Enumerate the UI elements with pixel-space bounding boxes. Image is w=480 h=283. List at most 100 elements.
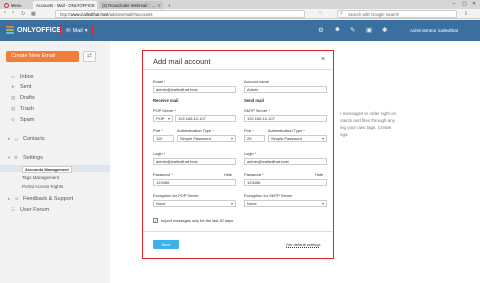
gear-icon[interactable]: ⚙ — [318, 26, 324, 34]
smtp-port-field[interactable]: 25 — [244, 135, 265, 142]
pop-password-label: Password * — [153, 172, 173, 177]
smtp-password-label: Password * — [244, 172, 264, 177]
chevron-down-icon: ▾ — [167, 116, 170, 121]
search-icon: ⌕ — [340, 10, 343, 16]
close-icon[interactable]: × — [321, 56, 325, 63]
refresh-button[interactable]: ⇄ — [83, 51, 96, 62]
email-field[interactable]: admin@icalledthat.host — [153, 86, 236, 93]
pop-port-label: Port * — [153, 128, 163, 133]
sidebar-item-trash[interactable]: ▥ Trash — [11, 106, 34, 112]
chevron-down-icon: ▾ — [230, 136, 233, 141]
smtp-login-field[interactable]: admin@icalledthat.host — [244, 158, 327, 165]
refresh-icon: ⇄ — [86, 53, 93, 59]
sidebar-item-settings[interactable]: ▾ ⚙ Settings — [8, 155, 43, 161]
save-button[interactable]: Save — [153, 240, 179, 249]
pop-login-label: Login * — [153, 151, 166, 156]
pop-password-field[interactable]: 123456 — [153, 179, 236, 186]
browser-tab-strip: Menu Accounts - Mail - ONLYOFFICE ✕ (2) … — [0, 0, 480, 9]
url-path: /addons/mail/#accounts — [108, 12, 153, 17]
spam-icon: ⊘ — [11, 117, 15, 122]
sent-icon: ➤ — [11, 84, 15, 89]
current-user-name[interactable]: Administrator icalledthat — [410, 28, 458, 33]
pop-login-field[interactable]: admin@icalledthat.host — [153, 158, 236, 165]
pop-encryption-select[interactable]: None ▾ — [153, 200, 236, 207]
reload-icon[interactable]: ↻ — [21, 11, 25, 17]
chevron-right-icon: ▸ — [8, 136, 11, 141]
sidebar-item-inbox[interactable]: ▭ Inbox — [11, 74, 33, 80]
sidebar-item-spam[interactable]: ⊘ Spam — [11, 117, 34, 123]
sidebar-item-user-forum[interactable]: ☷ User Forum — [11, 207, 49, 213]
browser-menu-button[interactable]: Menu — [1, 1, 31, 9]
smtp-server-label: SMTP Server * — [244, 108, 270, 113]
smtp-encryption-select[interactable]: None ▾ — [244, 200, 327, 207]
create-new-email-button[interactable]: Create New Email — [6, 51, 79, 62]
smtp-password-field[interactable]: 123456 — [244, 179, 327, 186]
logo-text: ONLYOFFICE — [17, 26, 62, 34]
new-tab-button[interactable]: + — [165, 1, 173, 9]
pop-auth-label: Authentication Type * — [177, 128, 214, 133]
divider — [143, 69, 332, 70]
receive-mail-heading: Receive mail — [153, 98, 179, 103]
mail-module-switcher[interactable]: ✉ Mail ▾ — [60, 25, 94, 36]
sidebar-item-sent[interactable]: ➤ Sent — [11, 84, 31, 90]
sidebar-item-feedback[interactable]: ▸ ☏ Feedback & Support — [8, 196, 73, 202]
smtp-server-field[interactable]: 192.168.10.107 — [244, 115, 327, 122]
window-close-icon[interactable]: ✕ — [472, 1, 476, 7]
forum-icon: ☷ — [11, 207, 16, 212]
module-label: Mail — [72, 27, 83, 34]
sidebar-item-accounts-management[interactable]: Accounts Management — [22, 166, 72, 173]
import-last-30-days-checkbox[interactable]: ✓ — [153, 218, 158, 223]
web-search-input[interactable]: ⌕ Search with Google Search — [337, 10, 457, 18]
download-icon[interactable]: ⇩ — [464, 11, 468, 17]
sidebar-item-contacts[interactable]: ▸ ☺ Contacts — [8, 136, 45, 142]
tab-onlyoffice-mail[interactable]: Accounts - Mail - ONLYOFFICE ✕ — [33, 1, 97, 9]
onlyoffice-logo[interactable]: ONLYOFFICE — [6, 26, 61, 34]
account-name-field[interactable]: Admin — [244, 86, 327, 93]
back-icon[interactable]: ‹ — [4, 10, 6, 16]
url-input[interactable]: http://www.icalledthat.host/addons/mail/… — [55, 10, 305, 18]
sidebar-item-portal-access-rights[interactable]: Portal Access Rights — [22, 184, 63, 189]
people-icon[interactable]: ☻ — [334, 26, 341, 33]
smtp-auth-select[interactable]: Simple Password ▾ — [268, 135, 327, 142]
chevron-down-icon: ▾ — [321, 136, 324, 141]
maximize-icon[interactable]: ▢ — [462, 1, 467, 7]
import-checkbox-label: Import messages only for the last 30 day… — [161, 218, 234, 223]
bookmark-heart-icon[interactable]: ♡ — [318, 11, 322, 17]
browser-address-bar: ‹ › ↻ ▦ http://www.icalledthat.host/addo… — [0, 9, 480, 19]
bell-icon[interactable]: ✱ — [382, 26, 387, 34]
pop-password-hide-link[interactable]: Hide — [224, 172, 232, 177]
settings-icon: ⚙ — [14, 155, 19, 160]
tab-roundcube[interactable]: (2) Roundcube Webmail :: ... ✕ — [99, 1, 163, 9]
trash-icon: ▥ — [11, 106, 16, 111]
calendar-icon[interactable]: ▣ — [366, 26, 372, 34]
dialog-title: Add mail account — [153, 57, 211, 66]
pop-port-field[interactable]: 110 — [153, 135, 174, 142]
sidebar-item-drafts[interactable]: ▤ Drafts — [11, 95, 35, 101]
smtp-encryption-label: Encryption for SMTP Server — [244, 193, 293, 198]
pop-server-field[interactable]: 192.168.10.107 — [175, 115, 236, 122]
tab-close-icon[interactable]: ✕ — [157, 3, 160, 8]
smtp-password-hide-link[interactable]: Hide — [315, 172, 323, 177]
forward-icon[interactable]: › — [12, 10, 14, 16]
drafts-icon: ▤ — [11, 95, 16, 100]
speed-dial-icon[interactable]: ▦ — [31, 11, 36, 17]
browser-menu-label: Menu — [11, 2, 22, 8]
contacts-icon: ☺ — [14, 136, 19, 142]
get-default-settings-link[interactable]: Get default settings — [286, 242, 320, 247]
smtp-login-label: Login * — [244, 151, 257, 156]
send-mail-heading: Send mail — [244, 98, 264, 103]
chevron-right-icon: ▸ — [8, 196, 11, 201]
smtp-auth-label: Authentication Type * — [268, 128, 305, 133]
pop-auth-select[interactable]: Simple Password ▾ — [177, 135, 236, 142]
onlyoffice-logo-icon — [6, 26, 14, 34]
app-header: ONLYOFFICE ✉ Mail ▾ ⚙ ☻ ✎ ▣ ✱ Administra… — [0, 20, 480, 41]
sidebar-item-tags-management[interactable]: Tags Management — [22, 175, 59, 180]
minimize-icon[interactable]: ─ — [452, 1, 456, 7]
protocol-select[interactable]: POP ▾ — [153, 115, 173, 122]
background-text-line: ngs. — [340, 132, 349, 137]
tab-title: (2) Roundcube Webmail :: ... — [102, 2, 156, 8]
sidebar: Create New Email ⇄ ▭ Inbox ➤ Sent ▤ Drafts … — [0, 41, 110, 283]
chat-icon[interactable]: ✎ — [350, 26, 355, 34]
add-mail-account-dialog: Add mail account × Email * admin@icalled… — [142, 50, 334, 259]
background-text-line: ing your own tags. Create — [340, 125, 392, 130]
